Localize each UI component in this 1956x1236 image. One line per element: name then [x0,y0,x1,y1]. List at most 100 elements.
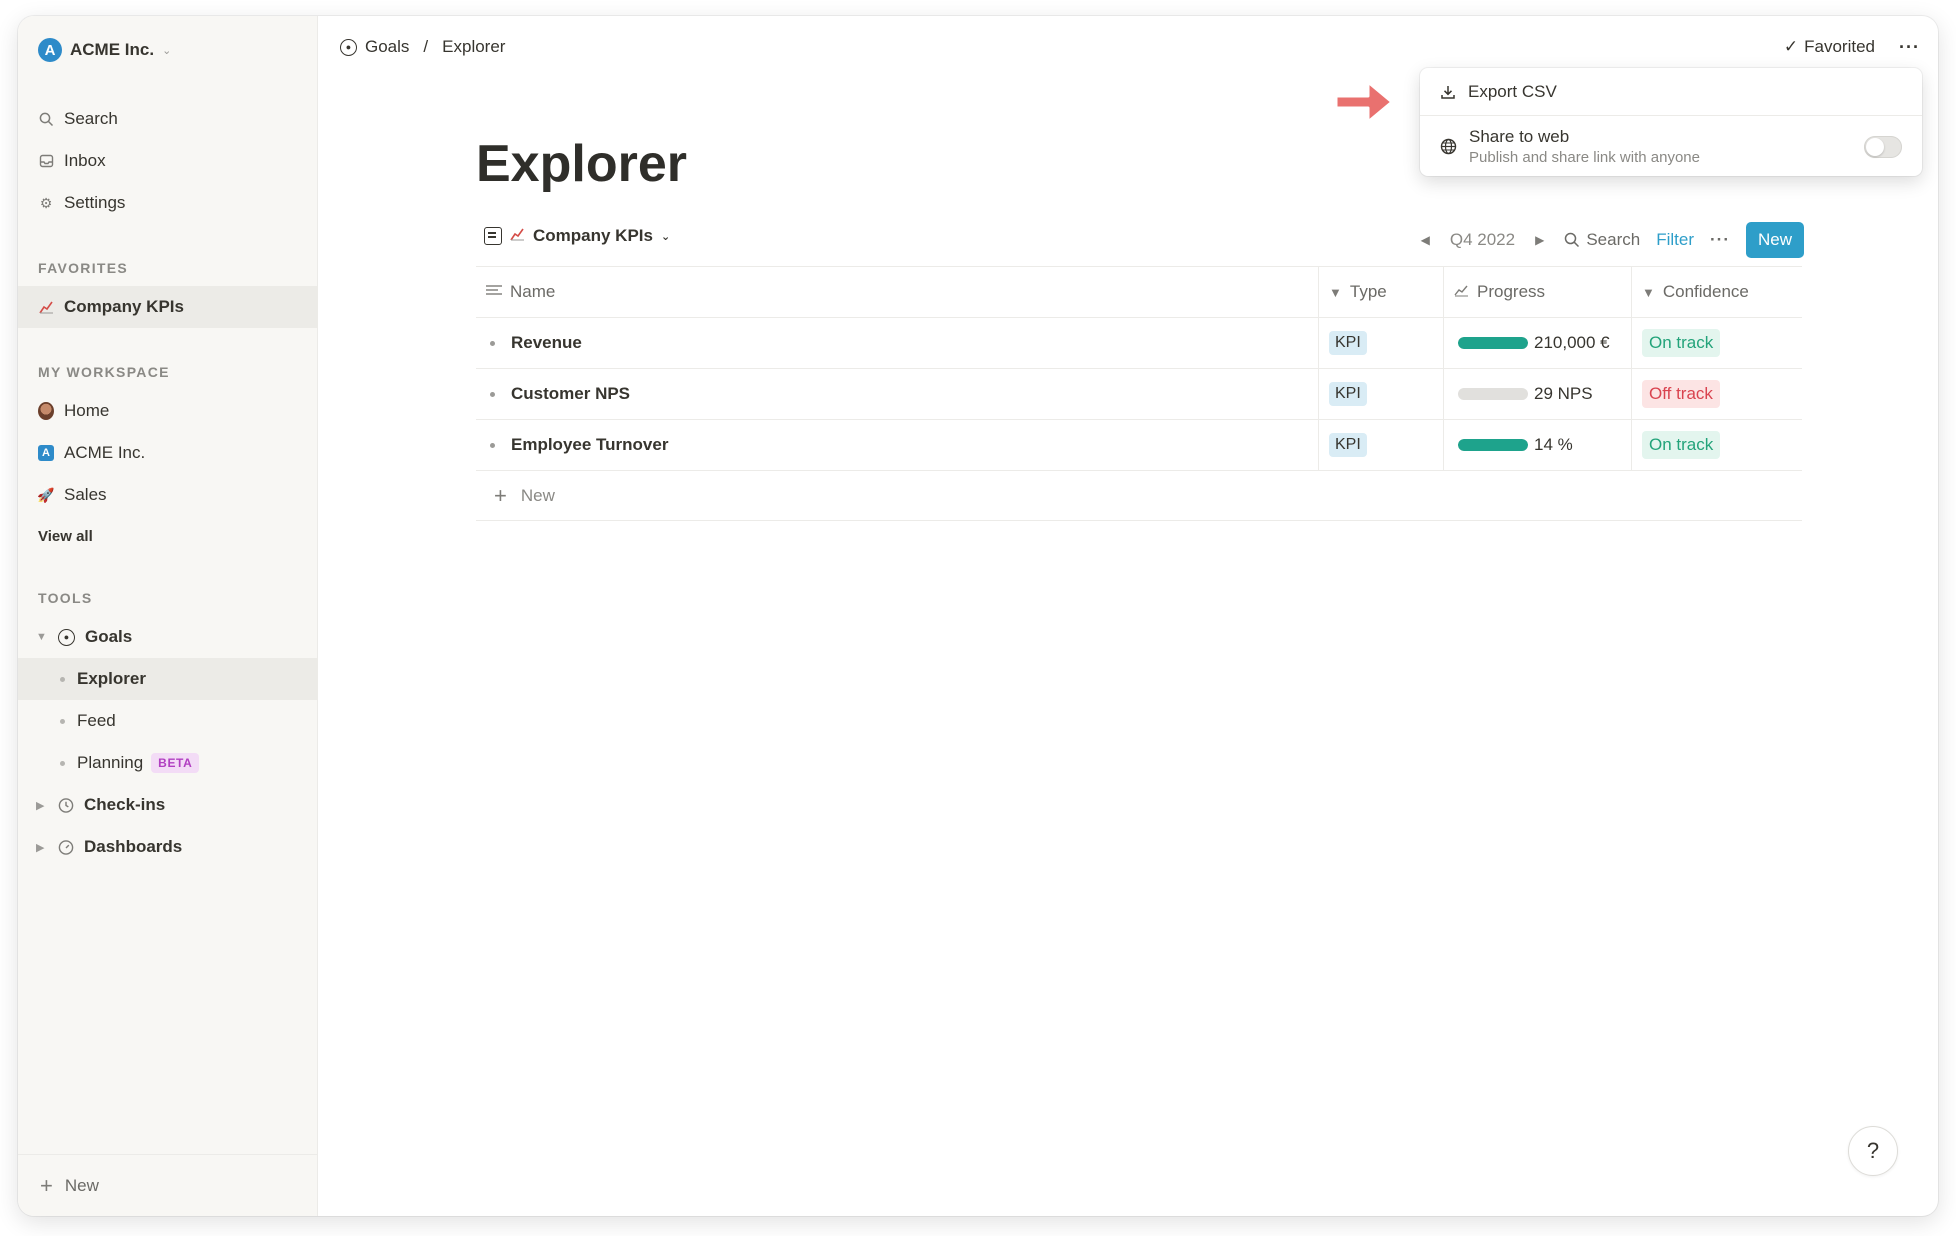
period-label: Q4 2022 [1449,230,1516,249]
column-header-type[interactable]: ▼ Type [1319,267,1444,317]
globe-icon [1440,138,1457,154]
download-icon [1441,85,1455,99]
sidebar-item-label: Search [64,109,118,128]
workspace-switcher[interactable]: A ACME Inc. ⌄ [34,34,175,66]
progress-bar-fill [1458,337,1528,349]
page-title: Explorer [476,135,687,193]
bullet-icon [60,760,65,766]
sidebar-item-home[interactable]: Home [18,390,318,432]
row-name[interactable]: Revenue [511,333,582,353]
sidebar-new-button[interactable]: + New [18,1154,318,1216]
sidebar-item-checkins[interactable]: ▶ Check-ins [18,784,318,826]
type-tag: KPI [1329,331,1367,355]
view-all-link[interactable]: View all [38,528,93,545]
view-selector[interactable]: Company KPIs ⌄ [484,226,670,246]
table-header: Name ▼ Type Progress ▼ Confidence [476,267,1802,318]
sidebar-item-settings[interactable]: ⚙ Settings [18,182,318,224]
caret-down-icon[interactable]: ▼ [36,631,48,643]
column-header-name[interactable]: Name [476,267,1319,317]
table-icon [484,227,502,245]
check-icon: ✓ [1783,37,1799,56]
next-period-icon[interactable]: ▶ [1531,233,1548,247]
column-header-label: Progress [1477,282,1546,301]
plus-icon: + [494,482,507,508]
breadcrumb: ● Goals / Explorer [340,32,505,62]
row-name[interactable]: Employee Turnover [511,435,668,455]
sidebar-item-goals[interactable]: ▼ ● Goals [18,616,318,658]
clock-icon [58,797,74,813]
avatar [38,402,54,420]
sidebar-item-inbox[interactable]: Inbox [18,140,318,182]
new-button[interactable]: New [1745,222,1804,258]
sidebar-item-label: Inbox [64,151,106,170]
sidebar: A ACME Inc. ⌄ Search Inbox ⚙ Settings FA… [18,16,318,1216]
sidebar-item-planning[interactable]: Planning BETA [18,742,318,784]
column-header-label: Confidence [1662,282,1749,301]
sidebar-item-label: Home [64,401,110,420]
share-to-web-item[interactable]: Share to web Publish and share link with… [1420,116,1922,176]
search-icon [1565,232,1580,248]
chart-icon [38,299,54,315]
row-name[interactable]: Customer NPS [511,384,630,404]
progress-value: 210,000 € [1534,333,1610,352]
add-row-button[interactable]: + New [476,471,1802,521]
progress-value: 14 % [1534,435,1573,454]
table-row[interactable]: Customer NPS KPI 29 NPS Off track [476,369,1802,420]
share-toggle[interactable] [1864,136,1902,158]
caret-right-icon[interactable]: ▶ [36,799,48,812]
chevron-down-icon: ⌄ [660,230,671,243]
sidebar-item-label: Settings [64,193,126,212]
table-search-button[interactable]: Search [1564,230,1640,250]
sidebar-item-label: Feed [77,711,116,730]
caret-right-icon[interactable]: ▶ [36,841,48,854]
table-row[interactable]: Revenue KPI 210,000 € On track [476,318,1802,369]
progress-value: 29 NPS [1534,384,1593,403]
database-toolbar: Company KPIs ⌄ ◀ Q4 2022 ▶ Search Filter… [484,220,1804,260]
sidebar-item-feed[interactable]: Feed [18,700,318,742]
sidebar-item-explorer[interactable]: Explorer [18,658,318,700]
toolbar-actions: ◀ Q4 2022 ▶ Search Filter ··· New [1417,220,1804,260]
gear-icon: ⚙ [39,194,53,211]
export-csv-item[interactable]: Export CSV [1420,68,1922,116]
sidebar-item-label: ACME Inc. [64,443,146,462]
table-more-icon[interactable]: ··· [1710,230,1730,250]
table-row[interactable]: Employee Turnover KPI 14 % On track [476,420,1802,471]
more-options-icon[interactable]: ··· [1899,37,1920,58]
share-to-web-description: Publish and share link with anyone [1469,148,1700,166]
bullet-icon [490,340,495,346]
sidebar-item-company-kpis[interactable]: Company KPIs [18,286,318,328]
favorited-button[interactable]: ✓ Favorited [1784,37,1875,57]
column-header-label: Type [1349,282,1387,301]
progress-bar-fill [1458,439,1528,451]
breadcrumb-goals[interactable]: ● Goals [340,37,409,57]
bullet-icon [60,676,65,682]
column-header-progress[interactable]: Progress [1444,267,1632,317]
column-header-confidence[interactable]: ▼ Confidence [1632,267,1802,317]
app-window: A ACME Inc. ⌄ Search Inbox ⚙ Settings FA… [18,16,1938,1216]
chart-icon [510,227,525,245]
table-search-label: Search [1586,230,1641,249]
sidebar-item-sales[interactable]: 🚀 Sales [18,474,318,516]
favorited-label: Favorited [1804,37,1876,56]
beta-badge: BETA [151,753,200,773]
share-to-web-label: Share to web [1469,126,1570,146]
gauge-icon [58,839,74,855]
sidebar-item-search[interactable]: Search [18,98,318,140]
filter-button[interactable]: Filter [1656,230,1694,250]
column-header-label: Name [510,282,556,301]
workspace-name: ACME Inc. [70,40,155,59]
bullet-icon [490,391,495,397]
sidebar-item-dashboards[interactable]: ▶ Dashboards [18,826,318,868]
sidebar-item-label: Planning [77,753,144,772]
breadcrumb-explorer[interactable]: Explorer [442,37,505,57]
sidebar-item-acme[interactable]: A ACME Inc. [18,432,318,474]
plus-icon: + [40,1172,53,1198]
sidebar-item-label: Company KPIs [64,297,184,316]
chevron-down-icon: ⌄ [162,44,172,57]
select-caret-icon: ▼ [1329,284,1342,300]
status-badge: On track [1642,431,1721,459]
bullet-icon [60,718,65,724]
previous-period-icon[interactable]: ◀ [1417,233,1434,247]
rocket-icon: 🚀 [37,486,55,503]
help-button[interactable]: ? [1848,1126,1898,1176]
